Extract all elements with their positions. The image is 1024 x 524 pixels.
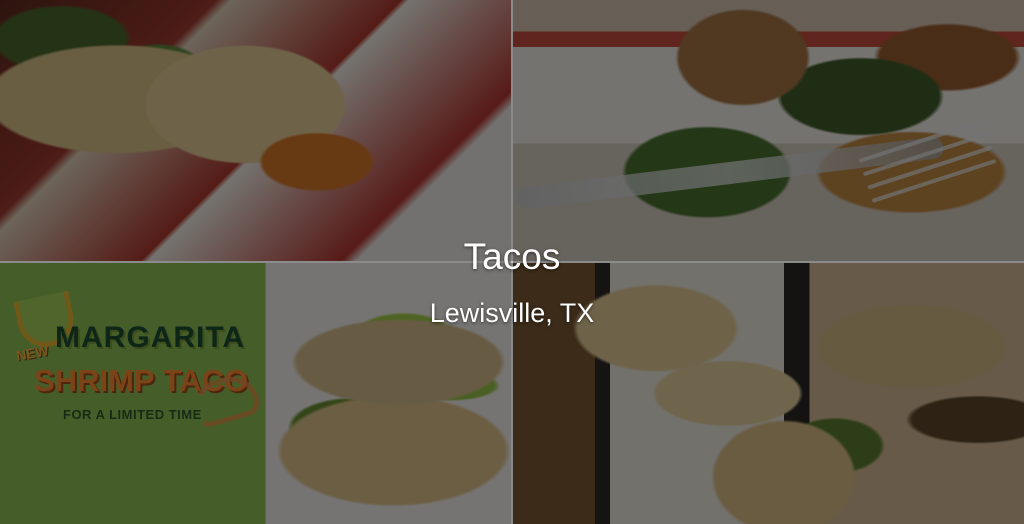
promo-limited-time-label: FOR A LIMITED TIME — [63, 407, 202, 422]
location-label: Lewisville, TX — [429, 298, 595, 328]
page-title: Tacos — [463, 236, 561, 277]
taco-photo-collage: NEW MARGARITA SHRIMP TACO FOR A LIMITED … — [0, 0, 1024, 524]
photo-tacos-closeup — [0, 0, 511, 261]
